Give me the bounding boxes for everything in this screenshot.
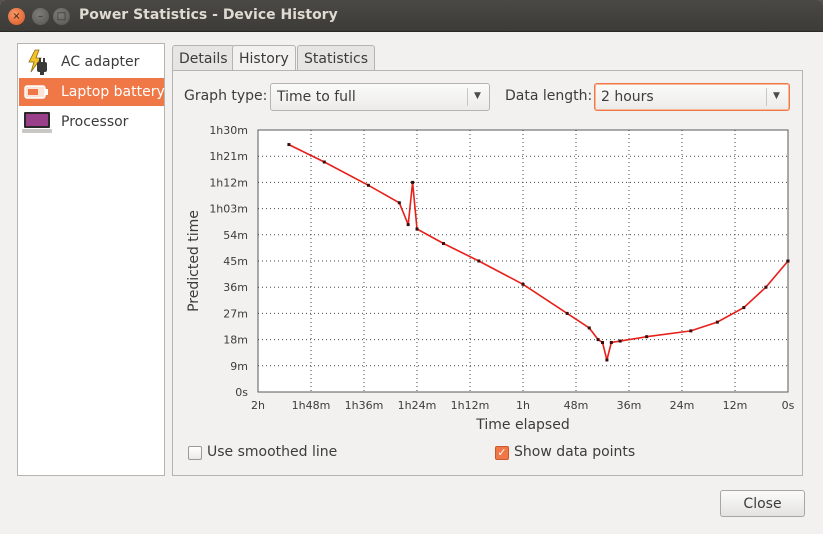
- device-item-label: Laptop battery: [61, 84, 165, 100]
- data-length-label: Data length:: [505, 88, 593, 104]
- data-point: [596, 338, 600, 342]
- y-tick-label: 27m: [223, 307, 248, 320]
- y-tick-label: 1h03m: [209, 203, 248, 216]
- data-point: [287, 143, 291, 147]
- data-point: [366, 183, 370, 187]
- x-tick-label: 1h24m: [398, 399, 437, 412]
- data-point: [565, 311, 569, 315]
- x-tick-label: 24m: [670, 399, 695, 412]
- data-point: [601, 341, 604, 345]
- data-point: [411, 180, 415, 184]
- chevron-down-icon: ▼: [773, 91, 780, 101]
- x-tick-label: 1h48m: [292, 399, 331, 412]
- data-point: [605, 358, 609, 362]
- show-data-points-label[interactable]: Show data points: [514, 444, 635, 460]
- x-tick-label: 1h12m: [451, 399, 490, 412]
- tab-details[interactable]: Details: [172, 45, 235, 71]
- close-button[interactable]: Close: [720, 490, 805, 517]
- title-bar: × – □ Power Statistics - Device History: [0, 0, 823, 32]
- x-tick-label: 48m: [564, 399, 589, 412]
- x-tick-label: 1h: [516, 399, 530, 412]
- data-point: [322, 160, 326, 164]
- data-point: [406, 223, 410, 227]
- data-length-value: 2 hours: [601, 89, 654, 105]
- y-tick-label: 0s: [235, 386, 248, 399]
- y-axis-label: Predicted time: [186, 210, 202, 312]
- tab-statistics[interactable]: Statistics: [297, 45, 375, 71]
- data-point: [764, 285, 768, 289]
- y-tick-label: 1h30m: [209, 124, 248, 137]
- data-point: [397, 201, 401, 205]
- device-item-laptop-battery[interactable]: Laptop battery: [19, 78, 165, 106]
- y-tick-label: 45m: [223, 255, 248, 268]
- device-list: AC adapter Laptop battery Processor: [17, 43, 165, 476]
- data-length-select[interactable]: 2 hours ▼: [594, 83, 790, 111]
- device-item-label: Processor: [61, 114, 129, 130]
- show-data-points-checkbox[interactable]: ✓: [495, 446, 509, 460]
- battery-icon: [21, 78, 53, 106]
- processor-icon: [21, 108, 53, 136]
- device-item-ac-adapter[interactable]: AC adapter: [19, 48, 164, 76]
- x-axis-label: Time elapsed: [475, 417, 569, 433]
- data-point: [609, 341, 613, 345]
- window-close-icon[interactable]: ×: [8, 8, 25, 25]
- window-title: Power Statistics - Device History: [79, 7, 338, 23]
- x-tick-label: 0s: [782, 399, 795, 412]
- x-tick-label: 1h36m: [345, 399, 384, 412]
- window-maximize-icon[interactable]: □: [53, 8, 70, 25]
- y-tick-label: 18m: [223, 334, 248, 347]
- y-tick-label: 1h21m: [209, 150, 248, 163]
- power-statistics-window: × – □ Power Statistics - Device History …: [0, 0, 823, 534]
- tab-history[interactable]: History: [232, 45, 296, 72]
- device-item-processor[interactable]: Processor: [19, 108, 164, 136]
- y-tick-label: 36m: [223, 281, 248, 294]
- history-graph: 0s9m18m27m36m45m54m1h03m1h12m1h21m1h30m2…: [186, 124, 795, 433]
- window-minimize-icon[interactable]: –: [32, 8, 49, 25]
- data-point: [689, 329, 693, 333]
- data-point: [645, 335, 649, 339]
- x-tick-label: 12m: [723, 399, 748, 412]
- data-point: [786, 259, 790, 263]
- x-tick-label: 2h: [251, 399, 265, 412]
- smoothed-line-label[interactable]: Use smoothed line: [207, 444, 337, 460]
- data-point: [442, 242, 445, 246]
- graph-type-value: Time to full: [277, 89, 356, 105]
- data-point: [521, 282, 525, 286]
- combo-separator: [766, 88, 767, 106]
- data-point: [715, 320, 719, 324]
- combo-separator: [467, 88, 468, 106]
- smoothed-line-checkbox[interactable]: [188, 446, 202, 460]
- y-tick-label: 54m: [223, 229, 248, 242]
- data-point: [477, 259, 481, 263]
- data-point: [742, 306, 746, 310]
- data-point: [618, 339, 622, 343]
- data-point: [587, 326, 591, 330]
- device-item-label: AC adapter: [61, 54, 140, 70]
- ac-adapter-icon: [21, 48, 53, 76]
- graph-type-select[interactable]: Time to full ▼: [270, 83, 490, 111]
- y-tick-label: 9m: [230, 360, 248, 373]
- graph-type-label: Graph type:: [184, 88, 268, 104]
- y-tick-label: 1h12m: [209, 176, 248, 189]
- data-point: [415, 227, 419, 231]
- chevron-down-icon: ▼: [474, 91, 481, 101]
- x-tick-label: 36m: [617, 399, 642, 412]
